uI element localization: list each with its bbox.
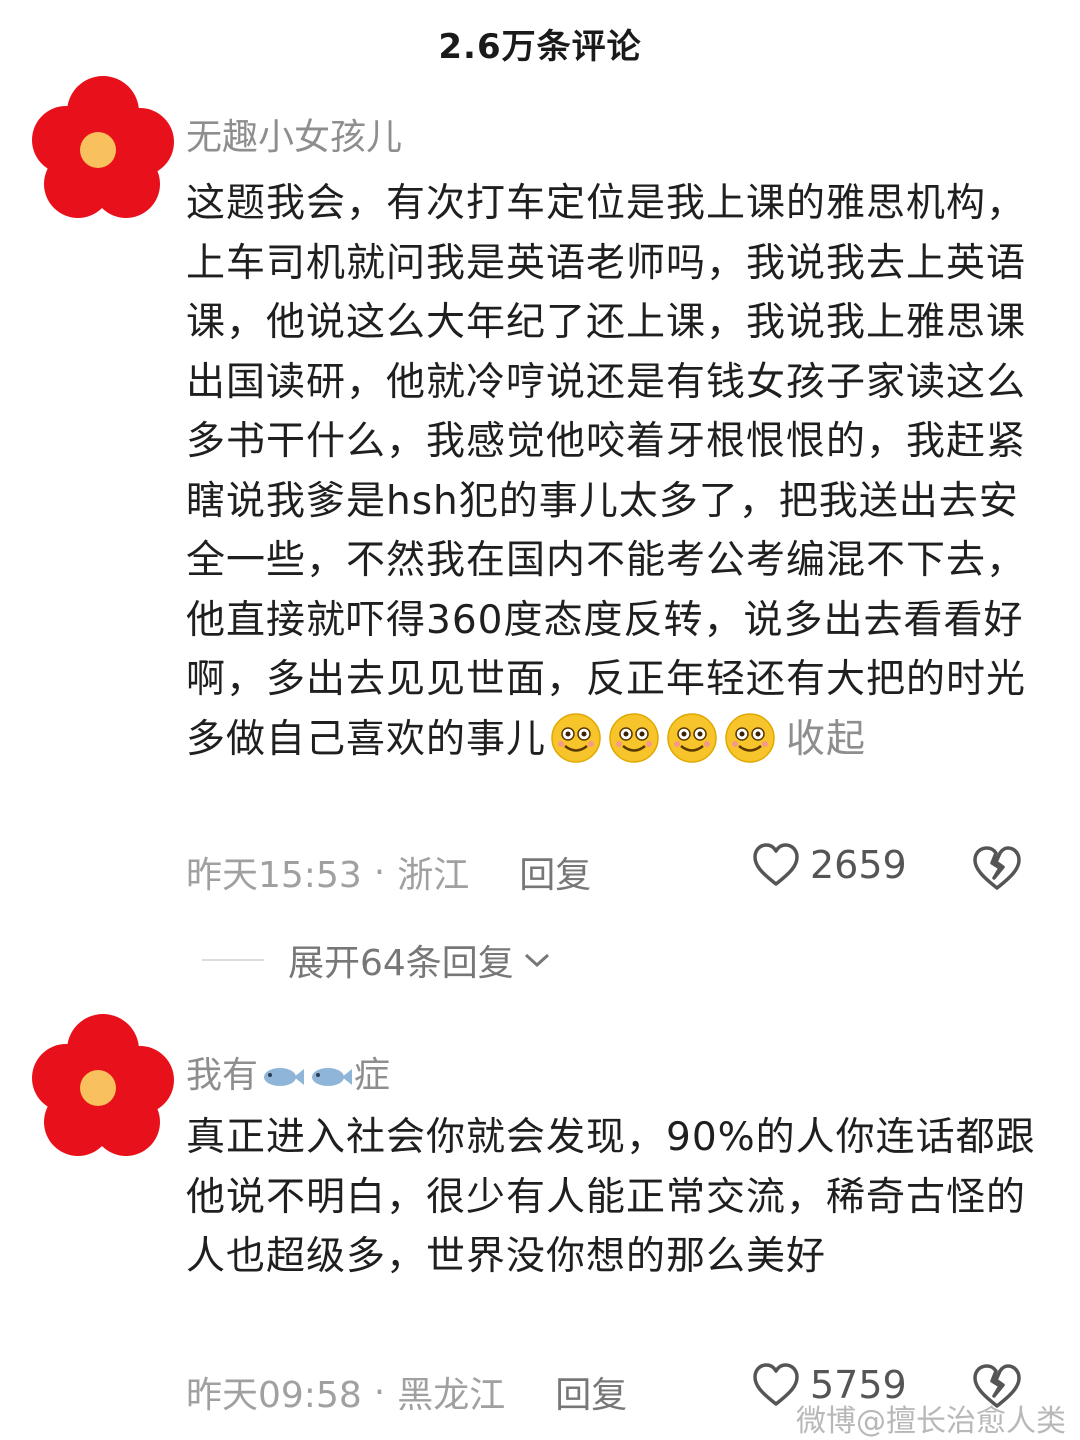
comment-location: 黑龙江: [397, 1375, 506, 1416]
expand-replies-label: 展开64条回复: [288, 943, 514, 984]
watermark: 微博@擅长治愈人类: [796, 1404, 1066, 1439]
smile-emoji-icon: [667, 712, 717, 763]
comment-username[interactable]: 无趣小女孩儿: [186, 108, 402, 160]
comment-meta: 昨天09:58 · 黑龙江 回复: [186, 1366, 627, 1418]
comment-body: 这题我会，有次打车定位是我上课的雅思机构，上车司机就问我是英语老师吗，我说我去上…: [186, 181, 1027, 762]
like-count: 2659: [810, 843, 907, 887]
flower-avatar[interactable]: [28, 1010, 178, 1160]
comment-username[interactable]: 我有 症: [186, 1046, 390, 1098]
divider-line: [202, 959, 264, 961]
like-button[interactable]: 2659: [752, 842, 907, 888]
smile-emoji-icon: [551, 712, 601, 763]
fish-icon: [312, 1068, 353, 1086]
reply-button[interactable]: 回复: [555, 1366, 627, 1418]
comment-time: 昨天09:58: [186, 1375, 362, 1416]
username-suffix: 症: [354, 1055, 391, 1096]
username-prefix: 我有: [186, 1055, 259, 1096]
reply-button[interactable]: 回复: [519, 846, 591, 898]
comment-location: 浙江: [397, 855, 470, 896]
broken-heart-icon[interactable]: [972, 844, 1022, 892]
fish-icon: [264, 1068, 305, 1086]
comment-text: 真正进入社会你就会发现，90%的人你连话都跟他说不明白，很少有人能正常交流，稀奇…: [186, 1115, 1036, 1279]
meta-separator: ·: [373, 1371, 386, 1413]
smile-emoji-icon: [609, 712, 659, 763]
heart-icon: [753, 1363, 799, 1406]
meta-separator: ·: [373, 851, 386, 893]
comment-text: 这题我会，有次打车定位是我上课的雅思机构，上车司机就问我是英语老师吗，我说我去上…: [186, 174, 1038, 769]
emoji-group: [550, 712, 776, 764]
comment-time: 昨天15:53: [186, 855, 362, 896]
flower-avatar[interactable]: [28, 72, 178, 222]
comment-meta: 昨天15:53 · 浙江 回复: [186, 846, 591, 898]
heart-icon: [753, 843, 799, 886]
chevron-down-icon: [524, 953, 549, 968]
collapse-link[interactable]: 收起: [786, 717, 866, 762]
expand-replies-button[interactable]: 展开64条回复: [202, 934, 552, 986]
smile-emoji-icon: [725, 712, 775, 763]
